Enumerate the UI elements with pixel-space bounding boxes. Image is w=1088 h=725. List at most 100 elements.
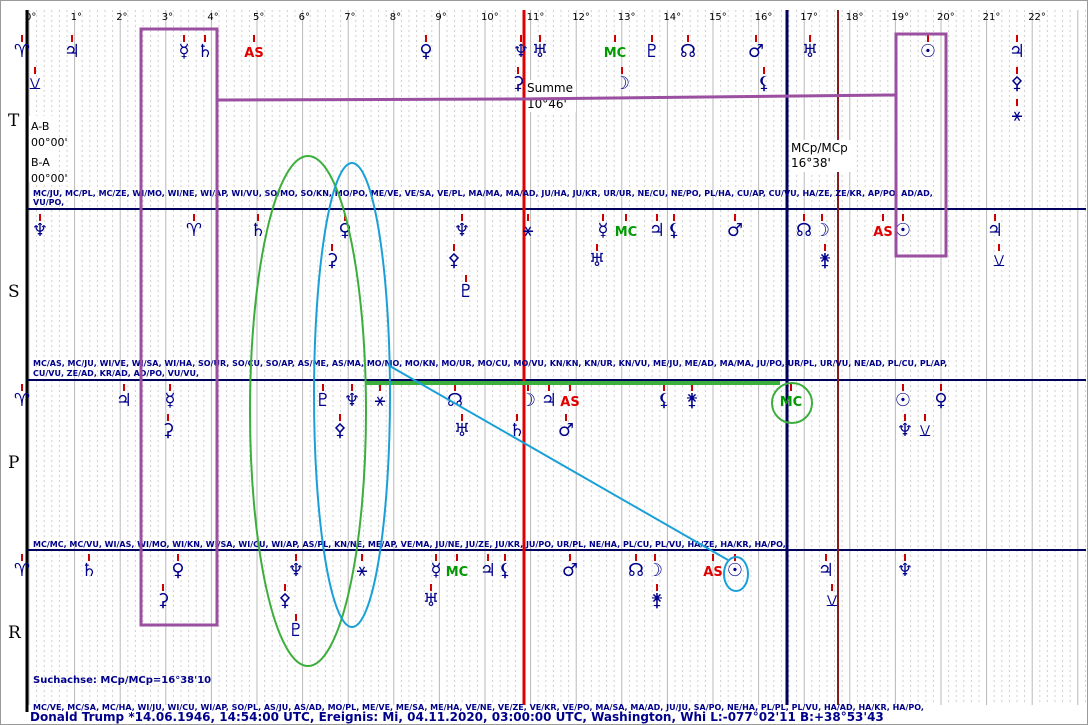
moon-s-icon: ☽ (814, 220, 830, 241)
degree-label: 1° (71, 12, 82, 23)
north-node-icon: ☊ (680, 41, 696, 62)
jupiter-s2-icon: ♃ (987, 220, 1003, 241)
midpoints-s-line1: MC/AS, MC/JU, WI/VE, WI/SA, WI/HA, SO/UR… (33, 359, 947, 368)
degree-label: 6° (299, 12, 310, 23)
degree-label: 21° (983, 12, 1001, 23)
ab-value: 00°00' (31, 136, 68, 149)
cupido-icon: ⚳ (511, 73, 524, 94)
degree-scale: 0° 1° 2° 3° 4° 5° 6° 7° 8° 9° 10° 11° 12° 13° 14° 15° 16… (25, 12, 1046, 23)
vulkanus-s-icon: ⚹ (523, 220, 534, 241)
pluto-icon: ♇ (644, 41, 660, 62)
degree-label: 14° (663, 12, 681, 23)
uranus-r-icon: ♅ (423, 590, 439, 611)
mercury-r-icon: ☿ (430, 560, 441, 581)
aries-p-icon: ♈ (14, 390, 30, 411)
admetos-r-icon: ⚸ (498, 560, 511, 581)
neptune-s2-icon: ♆ (454, 220, 470, 241)
degree-label: 12° (572, 12, 590, 23)
vulkanus-r-icon: ⚹ (357, 560, 368, 581)
degree-label: 13° (618, 12, 636, 23)
venus-icon: ♀ (419, 41, 432, 62)
venus-r-icon: ♀ (171, 560, 184, 581)
zeus-s-icon: ⚵ (818, 250, 831, 271)
venus-p-icon: ♀ (934, 390, 947, 411)
cupido-s-icon: ⚳ (325, 250, 338, 271)
search-axis-label: Suchachse: MCp/MCp=16°38'10 (33, 675, 211, 686)
uranus-2-icon: ♅ (802, 41, 818, 62)
moon-icon: ☽ (614, 73, 630, 94)
midheaven-s-icon: MC (615, 225, 637, 240)
zeus-p-icon: ⚵ (685, 390, 698, 411)
jupiter-2-icon: ♃ (1009, 41, 1025, 62)
mercury-icon: ☿ (178, 41, 189, 62)
admetos-s-icon: ⚸ (667, 220, 680, 241)
hades-r-icon: ⚴ (278, 590, 291, 611)
footer-info: Donald Trump *14.06.1946, 14:54:00 UTC, … (30, 710, 884, 724)
degree-label: 5° (253, 12, 264, 23)
ascendant-s-icon: AS (873, 225, 892, 240)
neptune-r2-icon: ♆ (897, 560, 913, 581)
mars-s-icon: ♂ (727, 220, 743, 241)
jupiter-r-icon: ♃ (480, 560, 496, 581)
zeus-r-icon: ⚵ (650, 590, 663, 611)
degree-label: 10° (481, 12, 499, 23)
vulkanus-p-icon: ⚹ (375, 390, 386, 411)
ninety-degree-dial-chart: 0° 1° 2° 3° 4° 5° 6° 7° 8° 9° 10° 11° 12° 13° 14° 15° 16… (8, 10, 1086, 724)
degree-label: 18° (846, 12, 864, 23)
degree-label: 0° (25, 12, 36, 23)
jupiter-p2-icon: ♃ (541, 390, 557, 411)
degree-label: 4° (207, 12, 218, 23)
ascendant-p-icon: AS (560, 395, 579, 410)
degree-label: 22° (1028, 12, 1046, 23)
hades-p-icon: ⚴ (333, 420, 346, 441)
pluto-p-icon: ♇ (315, 390, 331, 411)
sun-r-icon: ☉ (727, 560, 743, 581)
saturn-r-icon: ♄ (81, 560, 97, 581)
midpoints-s-line2: CU/VU, ZE/AD, KR/AD, AD/PO, VU/VU, (33, 369, 199, 378)
neptune-p2-icon: ♆ (897, 420, 913, 441)
pluto-s-icon: ♇ (458, 281, 474, 302)
section-dividers (27, 10, 1086, 705)
degree-label: 3° (162, 12, 173, 23)
degree-label: 17° (800, 12, 818, 23)
jupiter-p-icon: ♃ (116, 390, 132, 411)
jupiter-s-icon: ♃ (649, 220, 665, 241)
neptune-s-icon: ♆ (32, 220, 48, 241)
uranus-icon: ♅ (532, 41, 548, 62)
sun-p-icon: ☉ (895, 390, 911, 411)
mercury-s-icon: ☿ (597, 220, 608, 241)
saturn-s-icon: ♄ (250, 220, 266, 241)
admetos-p-icon: ⚸ (657, 390, 670, 411)
degree-label: 20° (937, 12, 955, 23)
moon-p-icon: ☽ (520, 390, 536, 411)
mars-icon: ♂ (748, 41, 764, 62)
degree-label: 11° (527, 12, 545, 23)
row-label-s: S (8, 282, 20, 302)
mercury-p-icon: ☿ (164, 390, 175, 411)
midpoints-t-line2: VU/PO, (33, 198, 64, 207)
ascendant-icon: AS (244, 46, 263, 61)
jupiter-r2-icon: ♃ (818, 560, 834, 581)
neptune-icon: ♆ (513, 41, 529, 62)
poseidon-p-icon: ⚺ (919, 420, 931, 441)
row-label-r: R (8, 623, 22, 643)
degree-label: 16° (755, 12, 773, 23)
poseidon-icon: ⚺ (29, 73, 41, 94)
pluto-r-icon: ♇ (288, 620, 304, 641)
midheaven-r-icon: MC (446, 565, 468, 580)
midheaven-icon: MC (604, 46, 626, 61)
degree-label: 7° (344, 12, 355, 23)
ba-label: B-A (31, 156, 50, 169)
aries-icon: ♈ (14, 41, 30, 62)
row-label-p: P (8, 453, 19, 473)
hades-s-icon: ⚴ (447, 250, 460, 271)
degree-label: 19° (891, 12, 909, 23)
purple-highlight-box-left (139, 27, 219, 627)
uranus-s-icon: ♅ (589, 250, 605, 271)
degree-label: 15° (709, 12, 727, 23)
neptune-r-icon: ♆ (288, 560, 304, 581)
ba-value: 00°00' (31, 172, 68, 185)
midpoints-p-line1: MC/MC, MC/VU, WI/AS, WI/MO, WI/KN, WI/SA… (33, 540, 786, 549)
sun-icon: ☉ (920, 41, 936, 62)
poseidon-s-icon: ⚺ (993, 250, 1005, 271)
